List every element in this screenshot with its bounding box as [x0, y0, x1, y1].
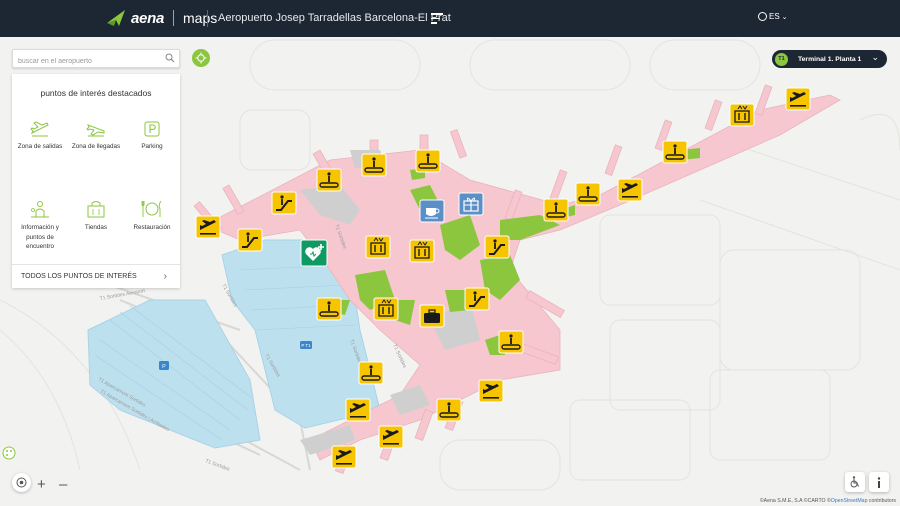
escalator-icon[interactable] [237, 228, 263, 252]
locate-me-button[interactable] [192, 49, 210, 67]
wheelchair-icon [850, 476, 859, 488]
all-points-of-interest-link[interactable]: TODOS LOS PUNTOS DE INTERÉS › [12, 264, 180, 288]
poi-label: Información y puntos de encuentro [21, 224, 59, 250]
osm-link[interactable]: OpenStreetMap [831, 498, 868, 504]
all-poi-label: TODOS LOS PUNTOS DE INTERÉS [21, 273, 137, 280]
terminal-floor-selector[interactable]: T1 Terminal 1. Planta 1 ⌄ [772, 50, 887, 68]
departures-gate-icon[interactable] [345, 398, 371, 422]
departures-gate-icon[interactable] [331, 445, 357, 469]
walkway-icon[interactable] [415, 149, 441, 173]
map-style-button[interactable] [2, 446, 16, 465]
language-label: ES [769, 12, 780, 21]
gift-shop-icon[interactable] [458, 192, 484, 216]
svg-text:P T1: P T1 [301, 343, 311, 348]
walkway-icon[interactable] [436, 398, 462, 422]
crosshair-icon [195, 52, 207, 64]
zoom-in-button[interactable]: + [37, 476, 46, 494]
poi-departures[interactable]: Zona de salidas [12, 121, 68, 152]
points-of-interest-panel: puntos de interés destacados Zona de sal… [12, 74, 180, 288]
walkway-icon[interactable] [543, 198, 569, 222]
walkway-icon[interactable] [498, 330, 524, 354]
restaurant-icon [141, 200, 162, 217]
header-divider [207, 10, 208, 27]
language-selector[interactable]: ES ⌄ [758, 12, 788, 21]
chevron-down-icon: ⌄ [871, 52, 879, 62]
logo-divider [173, 10, 174, 26]
poi-label: Restauración [133, 224, 171, 231]
parking-badge[interactable]: P [159, 361, 169, 370]
info-icon [877, 476, 881, 488]
departures-icon [30, 121, 49, 137]
svg-text:P: P [162, 364, 166, 370]
attribution-text: ©Aena S.M.E, S.A ©CARTO © [759, 498, 831, 504]
elevator-icon[interactable] [373, 297, 399, 321]
escalator-icon[interactable] [271, 191, 297, 215]
poi-label: Tiendas [84, 224, 108, 231]
search-icon[interactable] [165, 53, 175, 63]
attribution-suffix: contributors [867, 498, 896, 504]
departures-gate-icon[interactable] [785, 87, 811, 111]
airport-title: Aeropuerto Josep Tarradellas Barcelona-E… [218, 12, 451, 24]
accessibility-button[interactable] [845, 472, 865, 492]
poi-parking[interactable]: Parking [124, 121, 180, 152]
departures-gate-icon[interactable] [195, 215, 221, 239]
search-input[interactable] [13, 53, 161, 70]
brand-name: aena [131, 9, 164, 27]
departures-gate-icon[interactable] [378, 425, 404, 449]
palette-icon [2, 446, 16, 460]
plus-icon: + [37, 476, 46, 493]
walkway-icon[interactable] [358, 361, 384, 385]
globe-icon [758, 12, 767, 21]
search-box[interactable] [12, 49, 180, 70]
chevron-right-icon: › [163, 271, 167, 282]
shops-icon [87, 201, 105, 218]
information-icon [31, 201, 49, 218]
panel-title: puntos de interés destacados [40, 88, 152, 98]
walkway-icon[interactable] [575, 182, 601, 206]
chevron-down-icon: ⌄ [781, 13, 788, 21]
parking-icon [144, 121, 160, 137]
terminal-floor-label: Terminal 1. Planta 1 [798, 55, 862, 63]
walkway-icon[interactable] [361, 153, 387, 177]
poi-restaurants[interactable]: Restauración [124, 200, 180, 233]
target-icon [16, 477, 27, 488]
departures-gate-icon[interactable] [478, 379, 504, 403]
walkway-icon[interactable] [662, 140, 688, 164]
zoom-out-button[interactable]: – [59, 476, 67, 494]
first-aid-icon[interactable] [300, 239, 328, 267]
menu-icon[interactable] [431, 13, 443, 24]
aena-maps-logo[interactable]: aena maps [106, 9, 217, 27]
poi-information[interactable]: Información y puntos de encuentro [12, 200, 68, 252]
poi-label: Zona de llegadas [71, 143, 121, 150]
poi-label: Zona de salidas [17, 143, 63, 150]
escalator-icon[interactable] [484, 235, 510, 259]
arrivals-icon [86, 124, 105, 137]
elevator-icon[interactable] [729, 103, 755, 127]
poi-arrivals[interactable]: Zona de llegadas [68, 121, 124, 152]
poi-shops[interactable]: Tiendas [68, 200, 124, 233]
product-name: maps [183, 10, 218, 26]
terminal-badge: T1 [775, 52, 788, 66]
aena-logo-icon [107, 10, 125, 26]
coffee-icon[interactable] [419, 199, 445, 223]
parking-t1-badge[interactable]: P T1 [300, 341, 312, 349]
baggage-icon[interactable] [419, 304, 445, 328]
escalator-icon[interactable] [464, 287, 490, 311]
departures-gate-icon[interactable] [617, 178, 643, 202]
poi-label: Parking [141, 143, 163, 150]
road-label: T1 Sortides [204, 458, 231, 473]
map-attribution: ©Aena S.M.E, S.A ©CARTO ©OpenStreetMap c… [760, 498, 896, 504]
minus-icon: – [59, 476, 68, 493]
info-button[interactable] [869, 472, 889, 492]
top-bar: aena maps Aeropuerto Josep Tarradellas B… [0, 0, 900, 37]
recenter-button[interactable] [12, 473, 31, 492]
elevator-icon[interactable] [365, 235, 391, 259]
walkway-icon[interactable] [316, 297, 342, 321]
walkway-icon[interactable] [316, 168, 342, 192]
elevator-icon[interactable] [409, 239, 435, 263]
